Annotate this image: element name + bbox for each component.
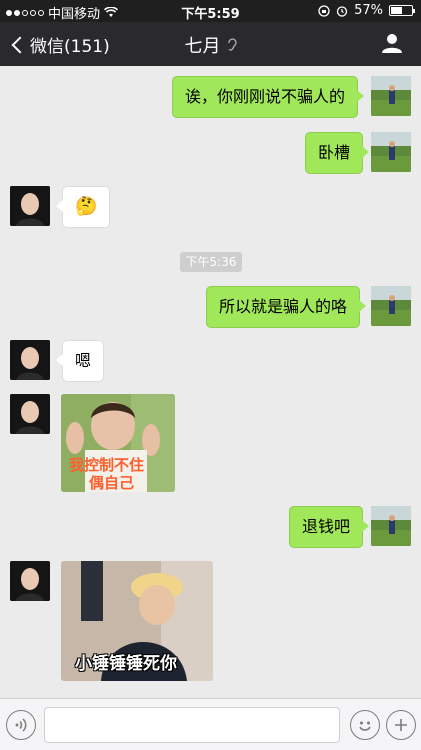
avatar-me[interactable] <box>371 506 411 546</box>
message-bubble-received[interactable]: 🤔 <box>55 186 111 228</box>
sticker-caption: 小锤锤锤死你 <box>75 654 177 674</box>
avatar-contact[interactable] <box>10 340 50 380</box>
sticker-message[interactable]: 小锤锤锤死你 <box>61 561 213 681</box>
voice-input-button[interactable] <box>6 710 36 740</box>
alarm-icon <box>336 5 348 17</box>
sticker-message[interactable]: 我控制不住 偶自己 <box>61 394 175 492</box>
message-bubble-sent[interactable]: 退钱吧 <box>289 506 370 548</box>
avatar-me[interactable] <box>371 76 411 116</box>
avatar-contact[interactable] <box>10 394 50 434</box>
more-button[interactable] <box>386 710 416 740</box>
ear-icon <box>227 38 237 51</box>
rotation-lock-icon <box>318 4 330 17</box>
message-bubble-received[interactable]: 嗯 <box>55 340 105 382</box>
message-bubble-sent[interactable]: 诶，你刚刚说不骗人的 <box>172 76 365 118</box>
battery-icon <box>389 5 415 16</box>
battery-fill <box>391 7 403 14</box>
message-input[interactable] <box>44 707 340 743</box>
nav-bar: 微信(151) 七月 <box>0 22 421 66</box>
avatar-me[interactable] <box>371 286 411 326</box>
sticker-caption-line2: 偶自己 <box>89 474 135 492</box>
emoji-button[interactable] <box>350 710 380 740</box>
input-bar <box>0 698 421 750</box>
chat-title: 七月 <box>184 36 221 57</box>
message-bubble-sent[interactable]: 卧槽 <box>305 132 370 174</box>
emoji-icon <box>359 721 371 731</box>
avatar-contact[interactable] <box>10 561 50 601</box>
profile-icon[interactable] <box>381 32 403 54</box>
status-bar: 中国移动 下午5:59 57% <box>0 0 421 22</box>
plus-icon <box>395 719 407 731</box>
avatar-me[interactable] <box>371 132 411 172</box>
status-right: 57% <box>318 3 415 18</box>
timestamp: 下午5:36 <box>180 252 242 272</box>
voice-icon <box>15 718 27 732</box>
avatar-contact[interactable] <box>10 186 50 226</box>
message-bubble-sent[interactable]: 所以就是骗人的咯 <box>206 286 367 328</box>
chat-title-area: 七月 <box>0 32 421 58</box>
battery-percent: 57% <box>354 3 383 18</box>
